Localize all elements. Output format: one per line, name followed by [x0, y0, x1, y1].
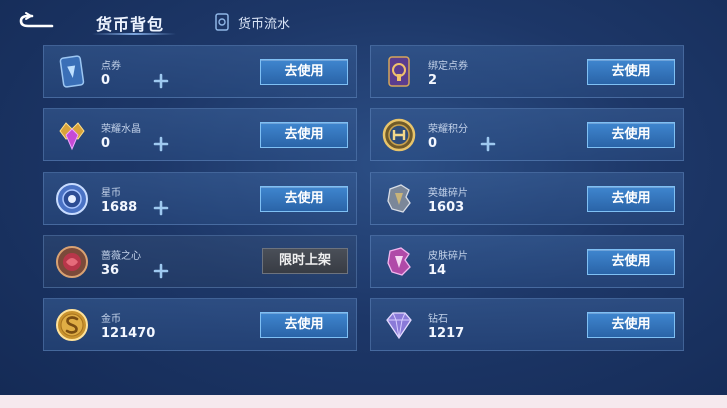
use-button[interactable]: 去使用 — [587, 59, 675, 85]
use-button[interactable]: 去使用 — [260, 186, 348, 212]
currency-card-bound-voucher: 绑定点券 2 去使用 — [370, 45, 684, 98]
currency-amount: 1217 — [428, 326, 465, 341]
currency-card-star-coin: 星币 1688 去使用 — [43, 172, 357, 225]
skin-fragment-icon — [387, 247, 411, 276]
currency-name: 英雄碎片 — [428, 188, 468, 199]
currency-card-hero-fragment: 英雄碎片 1603 去使用 — [370, 172, 684, 225]
currency-card-voucher: 点券 0 去使用 — [43, 45, 357, 98]
currency-name: 蔷薇之心 — [101, 251, 141, 262]
currency-amount: 1603 — [428, 200, 465, 215]
currency-name: 绑定点券 — [428, 61, 468, 72]
use-button[interactable]: 去使用 — [587, 312, 675, 338]
use-button[interactable]: 去使用 — [260, 312, 348, 338]
bottom-strip — [0, 395, 727, 408]
currency-card-glory-points: 荣耀积分 0 去使用 — [370, 108, 684, 161]
currency-name: 钻石 — [428, 314, 448, 325]
currency-card-skin-fragment: 皮肤碎片 14 去使用 — [370, 235, 684, 288]
currency-name: 金币 — [101, 314, 121, 325]
currency-name: 星币 — [101, 188, 121, 199]
back-arrow-icon[interactable] — [18, 11, 54, 31]
flow-tab-label: 货币流水 — [238, 16, 291, 32]
glory-crystal-icon — [59, 122, 85, 151]
header: 货币背包 货币流水 — [0, 0, 727, 42]
currency-card-glory-crystal: 荣耀水晶 0 去使用 — [43, 108, 357, 161]
tab-currency-backpack[interactable]: 货币背包 — [96, 11, 164, 35]
diamond-icon — [386, 312, 412, 340]
tab-currency-flow[interactable]: 货币流水 — [215, 12, 290, 32]
limited-time-button: 限时上架 — [262, 248, 348, 274]
use-button[interactable]: 去使用 — [587, 122, 675, 148]
currency-amount: 36 — [101, 263, 120, 278]
currency-name: 皮肤碎片 — [428, 251, 468, 262]
currency-amount: 121470 — [101, 326, 156, 341]
hero-fragment-icon — [387, 184, 411, 213]
currency-name: 荣耀积分 — [428, 124, 468, 135]
bound-voucher-card-icon — [388, 56, 410, 87]
add-icon[interactable] — [152, 135, 170, 153]
voucher-card-icon — [59, 55, 85, 88]
add-icon[interactable] — [152, 262, 170, 280]
star-coin-icon — [56, 183, 88, 215]
add-icon[interactable] — [152, 199, 170, 217]
gold-coin-icon — [56, 309, 88, 341]
currency-amount: 14 — [428, 263, 447, 278]
add-icon[interactable] — [152, 72, 170, 90]
currency-name: 荣耀水晶 — [101, 124, 141, 135]
rose-heart-icon — [56, 246, 88, 278]
currency-amount: 0 — [101, 136, 111, 151]
currency-name: 点券 — [101, 61, 121, 72]
record-card-icon — [215, 13, 229, 31]
currency-amount: 0 — [101, 73, 111, 88]
add-icon[interactable] — [479, 135, 497, 153]
use-button[interactable]: 去使用 — [587, 186, 675, 212]
currency-amount: 2 — [428, 73, 438, 88]
currency-amount: 0 — [428, 136, 438, 151]
use-button[interactable]: 去使用 — [260, 59, 348, 85]
currency-card-rose-heart: 蔷薇之心 36 限时上架 — [43, 235, 357, 288]
active-tab-indicator — [92, 33, 176, 35]
currency-card-diamond: 钻石 1217 去使用 — [370, 298, 684, 351]
currency-amount: 1688 — [101, 200, 138, 215]
currency-card-gold-coin: 金币 121470 去使用 — [43, 298, 357, 351]
use-button[interactable]: 去使用 — [587, 249, 675, 275]
use-button[interactable]: 去使用 — [260, 122, 348, 148]
glory-points-icon — [382, 118, 416, 152]
